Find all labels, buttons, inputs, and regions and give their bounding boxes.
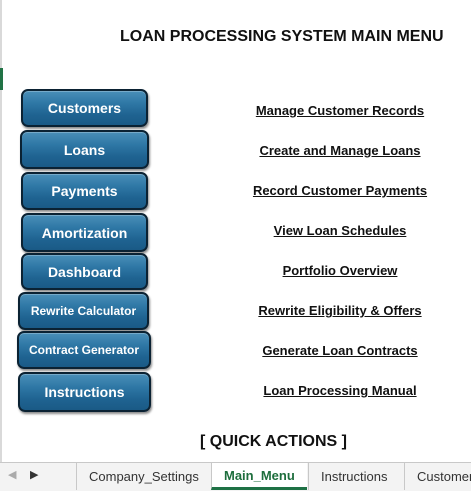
rewrite-eligibility-link[interactable]: Rewrite Eligibility & Offers (200, 303, 471, 318)
payments-button[interactable]: Payments (21, 172, 148, 210)
view-loan-schedules-link[interactable]: View Loan Schedules (200, 223, 471, 238)
quick-actions-heading: [ QUICK ACTIONS ] (200, 433, 347, 450)
amortization-button[interactable]: Amortization (21, 213, 148, 252)
create-manage-loans-link[interactable]: Create and Manage Loans (200, 143, 471, 158)
rewrite-calculator-button[interactable]: Rewrite Calculator (18, 292, 149, 330)
tab-company-settings[interactable]: Company_Settings (76, 463, 211, 490)
tab-customers[interactable]: Customers (404, 463, 471, 490)
loans-button[interactable]: Loans (20, 130, 149, 169)
dashboard-button[interactable]: Dashboard (21, 253, 148, 290)
scroll-tabs-left-icon[interactable]: ◀ (8, 468, 16, 481)
loan-processing-manual-link[interactable]: Loan Processing Manual (200, 383, 471, 398)
manage-customer-records-link[interactable]: Manage Customer Records (200, 103, 471, 118)
generate-loan-contracts-link[interactable]: Generate Loan Contracts (200, 343, 471, 358)
scroll-tabs-right-icon[interactable]: ▶ (30, 468, 38, 481)
selected-row-marker (0, 68, 3, 90)
sheet-tab-bar: ◀ ▶ Company_Settings Main_Menu Instructi… (0, 462, 471, 491)
portfolio-overview-link[interactable]: Portfolio Overview (200, 263, 471, 278)
page-title-text: LOAN PROCESSING SYSTEM MAIN MENU (120, 28, 444, 45)
record-customer-payments-link[interactable]: Record Customer Payments (200, 183, 471, 198)
instructions-button[interactable]: Instructions (18, 372, 151, 412)
contract-generator-button[interactable]: Contract Generator (17, 331, 151, 369)
tab-instructions[interactable]: Instructions (308, 463, 399, 490)
worksheet-area: LOAN PROCESSING SYSTEM MAIN MENU Custome… (0, 0, 471, 462)
tab-main-menu[interactable]: Main_Menu (211, 463, 307, 490)
customers-button[interactable]: Customers (21, 89, 148, 127)
